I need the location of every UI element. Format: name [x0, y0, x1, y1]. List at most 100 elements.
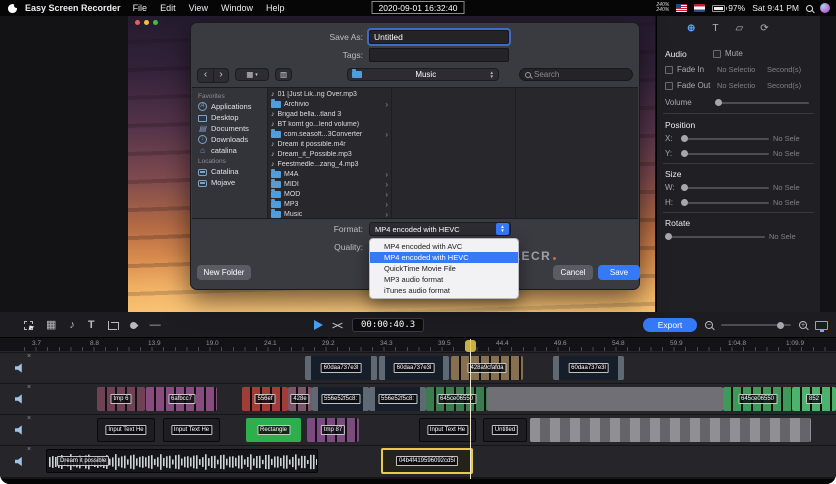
audio-tool-icon[interactable]: ♪	[69, 319, 75, 331]
timeline-clip-645ce06550[interactable]: 645ce06550	[426, 387, 487, 411]
menu-help[interactable]: Help	[266, 3, 285, 13]
sidebar-item-catalina[interactable]: catalina	[192, 145, 267, 156]
zoom-slider[interactable]	[721, 321, 791, 329]
rotate-slider[interactable]	[665, 233, 765, 240]
remove-track-icon[interactable]: ×	[27, 384, 31, 391]
export-button[interactable]: Export	[643, 318, 697, 332]
timeline-clip-60daa737e3l[interactable]: 60daa737e3l	[379, 356, 449, 380]
timeline-clip-645ce06550[interactable]: 645ce06550	[723, 387, 792, 411]
traffic-light-minimize[interactable]	[144, 20, 149, 25]
traffic-light-zoom[interactable]	[153, 20, 158, 25]
fade-out-value[interactable]: No Selectio	[717, 81, 763, 90]
speaker-icon[interactable]	[15, 363, 22, 373]
filename-input[interactable]	[369, 30, 509, 44]
fade-in-checkbox[interactable]	[665, 65, 673, 74]
back-button[interactable]: ‹	[198, 69, 213, 82]
zoom-slider-knob[interactable]	[777, 321, 784, 329]
menu-bar-clock[interactable]: Sat 9:41 PM	[752, 3, 799, 13]
file-item[interactable]: MOD ›	[268, 188, 391, 199]
file-item[interactable]: M4A ›	[268, 168, 391, 179]
timeline-clip-tmp-87[interactable]: tmp 87	[307, 418, 359, 442]
search-input[interactable]	[534, 70, 622, 79]
new-folder-button[interactable]: New Folder	[197, 265, 251, 280]
volume-slider-knob[interactable]	[715, 99, 722, 106]
line-tool-icon[interactable]: —	[150, 319, 161, 331]
timeline-clip-60daa737e3l[interactable]: 60daa737e3l	[305, 356, 377, 380]
w-slider[interactable]	[681, 184, 769, 191]
playhead-line[interactable]	[470, 339, 471, 479]
timeline-clip-556ef[interactable]: 556ef	[242, 387, 288, 411]
traffic-light-close[interactable]	[135, 20, 140, 25]
battery-indicator[interactable]: 97%	[712, 3, 745, 13]
x-slider[interactable]	[681, 135, 769, 142]
split-scissors-icon[interactable]	[332, 320, 343, 330]
playhead-handle[interactable]	[465, 340, 476, 352]
apple-logo-icon[interactable]	[8, 2, 19, 14]
y-slider-knob[interactable]	[681, 150, 688, 157]
watermark-tool-icon[interactable]	[128, 320, 139, 330]
rotate-tool-icon[interactable]: ⟳	[760, 24, 768, 34]
spotlight-icon[interactable]	[806, 4, 813, 12]
remove-track-icon[interactable]: ×	[27, 353, 31, 360]
save-button[interactable]: Save	[598, 265, 640, 280]
timeline-clip-556e52f5c8-[interactable]: 556e52f5c8:	[369, 387, 426, 411]
timeline-clip-input-text-he[interactable]: Input Text He	[97, 418, 155, 442]
file-item[interactable]: MP3 ›	[268, 198, 391, 209]
sidebar-item-documents[interactable]: Documents	[192, 123, 267, 134]
timeline-clip[interactable]	[530, 418, 811, 442]
timeline-clip-input-text-he[interactable]: Input Text He	[163, 418, 220, 442]
file-item[interactable]: Archivio ›	[268, 98, 391, 109]
file-item[interactable]: MIDI ›	[268, 178, 391, 189]
file-item[interactable]: Music ›	[268, 208, 391, 218]
text-tool-icon[interactable]: T	[712, 24, 718, 34]
timeline-clip-428a9cfafda[interactable]: 428a9cfafda	[451, 356, 523, 380]
flag-us-icon[interactable]	[676, 4, 688, 12]
menu-view[interactable]: View	[189, 3, 208, 13]
h-slider-knob[interactable]	[681, 199, 688, 206]
zoom-in-icon[interactable]: +	[799, 321, 807, 329]
timeline-clip-04b4f419596092cd5l[interactable]: 04b4f419596092cd5l	[381, 448, 473, 474]
flag-nl-icon[interactable]	[694, 4, 706, 12]
timeline-clip-428e[interactable]: 428e	[288, 387, 312, 411]
media-tool-icon[interactable]: ▦	[46, 319, 56, 331]
fit-screen-icon[interactable]	[815, 320, 828, 332]
rotate-slider-knob[interactable]	[665, 233, 672, 240]
quality-option[interactable]: MP4 encoded with HEVC	[370, 252, 518, 263]
tags-input[interactable]	[369, 48, 509, 62]
timeline-clip-60daa737e3l[interactable]: 60daa737e3l	[553, 356, 624, 380]
sidebar-item-downloads[interactable]: Downloads	[192, 134, 267, 145]
timeline-clip-tmp-6[interactable]: tmp 6	[97, 387, 145, 411]
file-item[interactable]: BT komt go...lend volume)	[268, 119, 391, 129]
quality-option[interactable]: MP3 audio format	[370, 274, 518, 285]
sidebar-item-mojave[interactable]: Mojave	[192, 177, 267, 188]
speaker-icon[interactable]	[15, 425, 22, 435]
timeline-clip-untitled[interactable]: Untitled	[483, 418, 527, 442]
play-button[interactable]	[314, 320, 323, 330]
file-item[interactable]: Dream it possible.m4r	[268, 139, 391, 149]
quality-option[interactable]: MP4 encoded with AVC	[370, 241, 518, 252]
text-tool-icon[interactable]: T	[88, 319, 95, 331]
menu-edit[interactable]: Edit	[160, 3, 176, 13]
siri-icon[interactable]	[820, 3, 830, 13]
y-slider[interactable]	[681, 150, 769, 157]
timeline-clip-rectangle[interactable]: Rectangle	[246, 418, 301, 442]
file-item[interactable]: Dream_it_Possible.mp3	[268, 149, 391, 159]
timeline-clip-input-text-he[interactable]: Input Text He	[419, 418, 476, 442]
timeline-clip-556e52f5c8-[interactable]: 556e52f5c8:	[312, 387, 369, 411]
timeline-ruler[interactable]: 3.7 8.8 13.9 19.0 24.1 29.2 34.3 39.5 44.4 49.6 54…	[0, 338, 836, 352]
move-tool-icon[interactable]: ⊕	[687, 24, 695, 34]
timeline-clip[interactable]	[487, 387, 723, 411]
format-select[interactable]: MP4 encoded with HEVC ▲ ▼	[369, 222, 511, 236]
sidebar-item-desktop[interactable]: Desktop	[192, 112, 267, 123]
x-slider-knob[interactable]	[681, 135, 688, 142]
timeline-clip-852[interactable]: 852	[792, 387, 836, 411]
timeline-clip-dream-it-possible[interactable]: Dream it possible	[46, 449, 318, 473]
view-mode-button[interactable]: ▦ ▾	[235, 68, 269, 81]
crop-tool-icon[interactable]	[107, 320, 119, 330]
cancel-button[interactable]: Cancel	[553, 265, 593, 280]
shape-tool-icon[interactable]: ▱	[736, 24, 744, 34]
menu-window[interactable]: Window	[221, 3, 253, 13]
file-item[interactable]: 01 [Just Lik..ng Over.mp3	[268, 89, 391, 99]
quality-option[interactable]: iTunes audio format	[370, 285, 518, 296]
fade-out-checkbox[interactable]	[665, 81, 673, 90]
